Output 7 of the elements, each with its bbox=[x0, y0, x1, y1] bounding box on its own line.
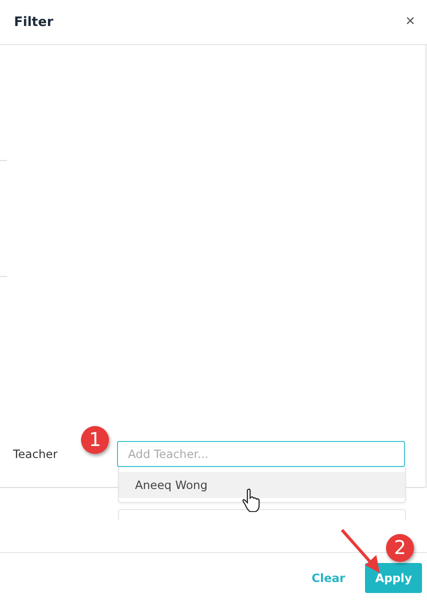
step-number-badge: 2 bbox=[386, 534, 414, 562]
dialog-title: Filter bbox=[14, 14, 54, 30]
field-label: Teacher bbox=[13, 446, 59, 461]
suggestion-option[interactable]: Aneeq Wong bbox=[119, 472, 405, 498]
close-button[interactable]: × bbox=[402, 13, 419, 31]
step-number-badge: 1 bbox=[81, 426, 109, 454]
teacher-input[interactable]: Add Teacher... bbox=[117, 441, 405, 467]
